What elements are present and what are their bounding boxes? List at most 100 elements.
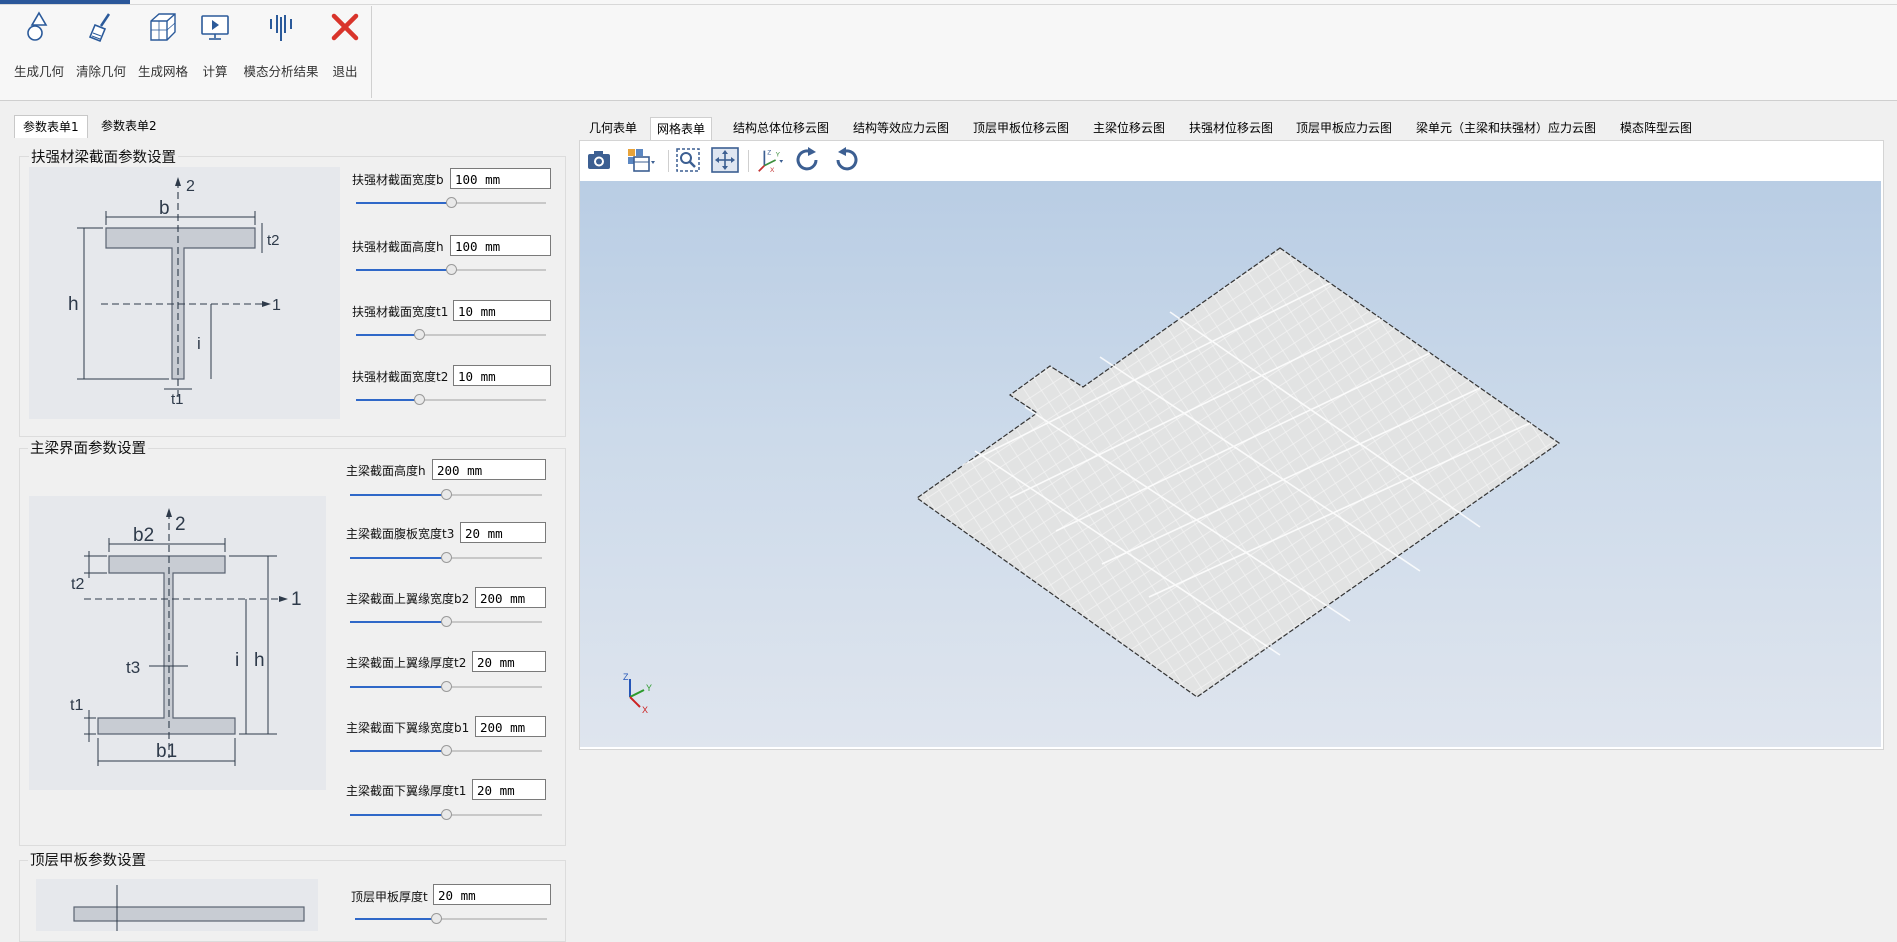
generate-mesh-label: 生成网格 (137, 64, 188, 79)
fit-all-icon[interactable] (710, 145, 740, 175)
slider-fill (350, 494, 446, 496)
axis-triad: Z Y X (623, 672, 652, 715)
dim-b1-label: b1 (156, 741, 177, 762)
beam-height-h-input[interactable]: 200 mm (432, 459, 546, 480)
stiffener-width-b-label: 扶强材截面宽度b (352, 173, 444, 187)
beam-top-flange-b2-slider[interactable] (350, 616, 542, 627)
stiffener-t-section-diagram: b 2 t2 h 1 i t1 (29, 167, 340, 419)
stiffener-width-t2-label: 扶强材截面宽度t2 (352, 370, 449, 384)
compute-button[interactable]: 计算 (199, 10, 231, 80)
slider-fill (356, 399, 419, 401)
generate-mesh-button[interactable]: 生成网格 (135, 10, 191, 80)
clear-geometry-button[interactable]: 清除几何 (73, 10, 129, 80)
stiffener-width-t1-label: 扶强材截面宽度t1 (352, 305, 449, 319)
slider-thumb[interactable] (413, 329, 425, 340)
beam-top-flange-t2-slider[interactable] (350, 681, 542, 692)
slider-fill (356, 334, 419, 336)
modal-bars-icon (264, 10, 298, 43)
stiffener-width-t2-slider[interactable] (356, 394, 546, 405)
slider-thumb[interactable] (441, 489, 452, 500)
tab-main-beam-displacement[interactable]: 主梁位移云图 (1087, 117, 1171, 139)
beam-web-t3-input[interactable]: 20 mm (460, 522, 546, 543)
slider-thumb[interactable] (441, 616, 452, 627)
beam-bottom-flange-t1-label: 主梁截面下翼缘厚度t1 (346, 784, 467, 798)
tab-deck-displacement[interactable]: 顶层甲板位移云图 (967, 117, 1075, 139)
beam-bottom-flange-b1-label: 主梁截面下翼缘宽度b1 (346, 721, 470, 735)
stiffener-height-h-input[interactable]: 100 mm (450, 235, 551, 256)
dim-t1-label: t1 (70, 697, 83, 714)
rotate-ccw-icon[interactable] (831, 145, 861, 175)
triad-z-label: Z (623, 672, 629, 682)
slider-thumb[interactable] (446, 197, 457, 208)
deck-thickness-slider[interactable] (355, 913, 547, 924)
stiffener-width-b-input[interactable]: 100 mm (450, 168, 551, 189)
tab-overall-displacement[interactable]: 结构总体位移云图 (727, 117, 835, 139)
slider-fill (350, 750, 446, 752)
3d-viewport[interactable]: Z Y X (580, 181, 1881, 747)
slider-thumb[interactable] (441, 745, 452, 756)
camera-icon[interactable] (584, 145, 614, 175)
deck-thickness-input[interactable]: 20 mm (433, 884, 551, 905)
stiffener-width-t2-input[interactable]: 10 mm (453, 365, 551, 386)
dim-t3-label: t3 (126, 658, 140, 677)
dim-t2-label: t2 (71, 576, 84, 593)
beam-top-flange-t2-input[interactable]: 20 mm (472, 651, 546, 672)
exit-x-icon (328, 10, 362, 43)
tab-param-form-1[interactable]: 参数表单1 (14, 115, 88, 138)
slider-thumb[interactable] (441, 552, 452, 563)
beam-bottom-flange-t1-input[interactable]: 20 mm (472, 779, 546, 800)
deck-plate-mesh (915, 247, 1561, 698)
generate-geometry-button[interactable]: 生成几何 (10, 10, 68, 80)
tab-mesh-form[interactable]: 网格表单 (650, 117, 713, 140)
zoom-box-icon[interactable] (673, 145, 703, 175)
beam-bottom-flange-b1-slider[interactable] (350, 745, 542, 756)
beam-bottom-flange-b1-input[interactable]: 200 mm (475, 716, 546, 737)
modal-results-button[interactable]: 模态分析结果 (240, 10, 322, 80)
tab-stiffener-displacement[interactable]: 扶强材位移云图 (1183, 117, 1279, 139)
axes-orientation-icon[interactable]: ZY X (755, 145, 785, 175)
stiffener-height-h-slider[interactable] (356, 264, 546, 275)
modal-results-label: 模态分析结果 (243, 64, 319, 79)
clear-geometry-label: 清除几何 (75, 64, 126, 79)
tab-param-form-2[interactable]: 参数表单2 (93, 115, 165, 137)
dim-i-label: i (235, 650, 239, 671)
beam-top-flange-b2-label: 主梁截面上翼缘宽度b2 (346, 592, 470, 606)
compute-label: 计算 (202, 64, 228, 79)
mesh-cube-icon (146, 10, 180, 43)
tab-beam-element-stress[interactable]: 梁单元（主梁和扶强材）应力云图 (1410, 117, 1602, 139)
slider-fill (356, 269, 451, 271)
exit-label: 退出 (332, 64, 358, 79)
view-cube-icon[interactable] (626, 145, 656, 175)
slider-fill (350, 686, 446, 688)
svg-text:Y: Y (776, 151, 781, 158)
exit-button[interactable]: 退出 (329, 10, 361, 80)
slider-thumb[interactable] (441, 681, 452, 692)
tab-equivalent-stress[interactable]: 结构等效应力云图 (847, 117, 955, 139)
stiffener-width-t1-slider[interactable] (356, 329, 546, 340)
monitor-play-icon (198, 10, 232, 43)
stiffener-width-t1-input[interactable]: 10 mm (453, 300, 551, 321)
beam-top-flange-b2-input[interactable]: 200 mm (475, 587, 546, 608)
slider-fill (356, 202, 451, 204)
axis-2-label: 2 (186, 178, 195, 195)
beam-bottom-flange-t1-slider[interactable] (350, 809, 542, 820)
slider-fill (355, 918, 436, 920)
dim-h-label: h (254, 650, 265, 671)
geometry-shapes-icon (22, 10, 56, 43)
slider-thumb[interactable] (446, 264, 457, 275)
rotate-cw-icon[interactable] (793, 145, 823, 175)
slider-thumb[interactable] (441, 809, 452, 820)
tab-geometry-form[interactable]: 几何表单 (583, 117, 643, 139)
beam-web-t3-slider[interactable] (350, 552, 542, 563)
tab-deck-stress[interactable]: 顶层甲板应力云图 (1290, 117, 1398, 139)
tab-modal-shape[interactable]: 模态阵型云图 (1614, 117, 1698, 139)
axis-2-label: 2 (175, 514, 186, 535)
stiffener-width-b-slider[interactable] (356, 197, 546, 208)
slider-thumb[interactable] (413, 394, 425, 405)
deck-plate-diagram (36, 879, 318, 931)
dim-t2-label: t2 (267, 232, 280, 249)
brush-icon (84, 10, 118, 43)
ribbon-divider (0, 4, 1897, 5)
beam-height-h-slider[interactable] (350, 489, 542, 500)
slider-thumb[interactable] (430, 913, 442, 924)
